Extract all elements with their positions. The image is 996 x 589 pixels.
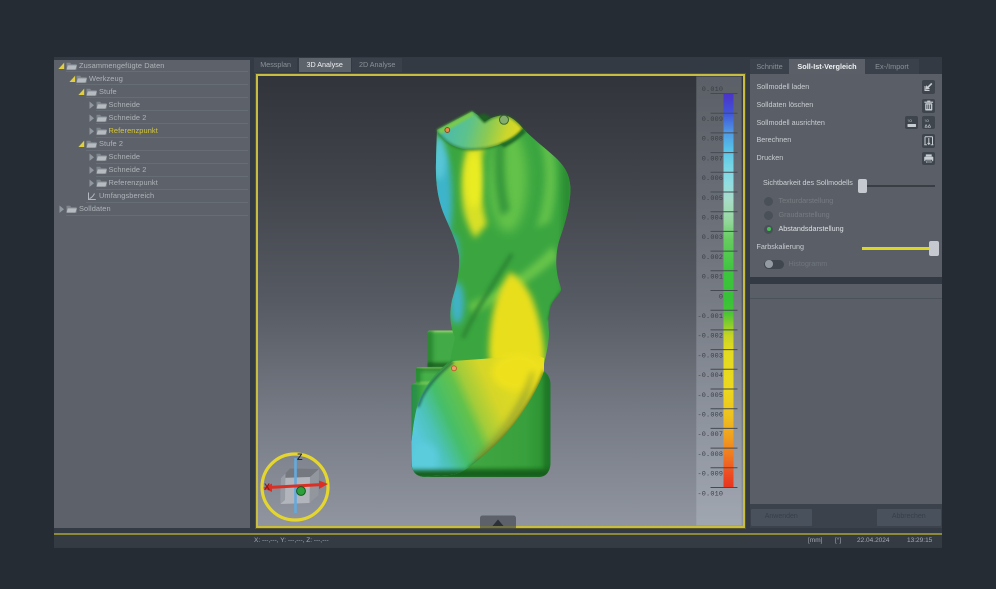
svg-text:0.003: 0.003	[702, 234, 723, 242]
svg-text:0.002: 0.002	[702, 254, 723, 262]
svg-text:0.006: 0.006	[702, 175, 723, 183]
svg-text:-0.002: -0.002	[698, 333, 724, 341]
svg-text:0.008: 0.008	[702, 136, 723, 144]
svg-text:0.009: 0.009	[702, 116, 723, 124]
svg-text:-0.001: -0.001	[698, 313, 724, 321]
svg-text:Z: Z	[297, 452, 303, 462]
svg-text:0.001: 0.001	[702, 274, 723, 282]
svg-text:X: X	[264, 482, 270, 492]
svg-text:-0.004: -0.004	[698, 372, 724, 380]
svg-text:-0.003: -0.003	[698, 352, 724, 360]
svg-text:-0.008: -0.008	[698, 451, 724, 459]
svg-text:-0.005: -0.005	[698, 392, 724, 400]
svg-text:-0.007: -0.007	[698, 431, 724, 439]
svg-text:-0.009: -0.009	[698, 471, 724, 479]
svg-text:0: 0	[719, 293, 723, 301]
svg-text:0.007: 0.007	[702, 155, 723, 163]
svg-text:0.004: 0.004	[702, 215, 723, 223]
svg-text:0.010: 0.010	[702, 86, 723, 94]
svg-text:-0.010: -0.010	[698, 490, 724, 498]
svg-text:0.005: 0.005	[702, 195, 723, 203]
svg-text:-0.006: -0.006	[698, 412, 724, 420]
